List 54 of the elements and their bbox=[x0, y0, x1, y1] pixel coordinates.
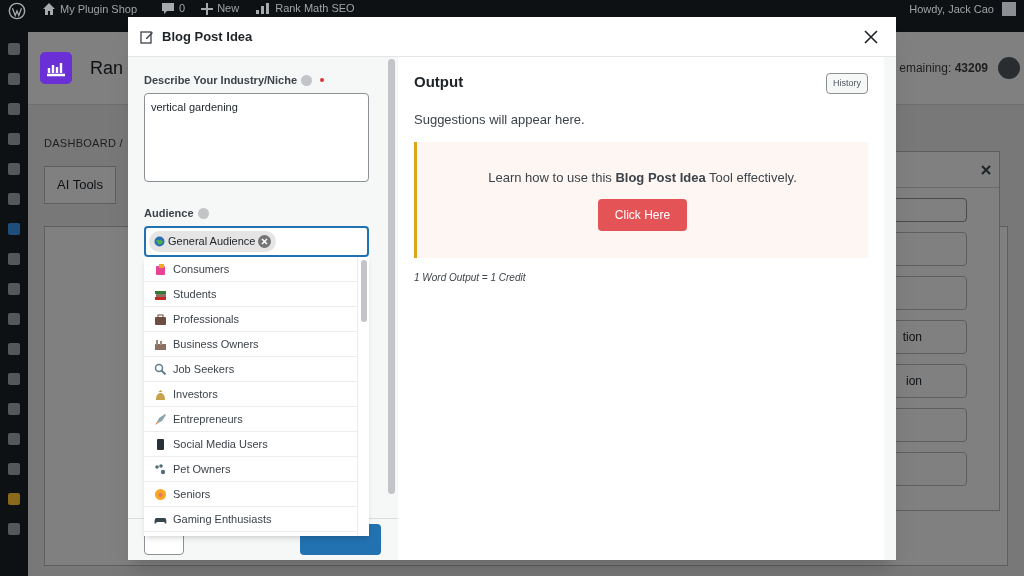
audience-chip[interactable]: General Audience bbox=[149, 231, 277, 252]
bar-chart-icon bbox=[255, 2, 272, 15]
account-link[interactable]: Howdy, Jack Cao bbox=[909, 2, 1016, 16]
new-link[interactable]: New bbox=[201, 2, 240, 15]
niche-field[interactable]: vertical gardening bbox=[144, 93, 369, 182]
help-icon[interactable] bbox=[301, 74, 313, 86]
audience-option[interactable]: Gaming Enthusiasts bbox=[144, 507, 357, 532]
edit-icon bbox=[140, 29, 154, 44]
breadcrumb: DASHBOARD / bbox=[44, 136, 124, 151]
audience-option[interactable]: Seniors bbox=[144, 482, 357, 507]
audience-field[interactable]: General Audience bbox=[144, 226, 369, 257]
help-icon[interactable] bbox=[197, 207, 209, 219]
scrollbar[interactable] bbox=[388, 59, 395, 494]
credit-note: 1 Word Output = 1 Credit bbox=[414, 270, 527, 285]
comments-link[interactable]: 0 bbox=[161, 2, 186, 15]
globe-icon bbox=[154, 236, 165, 247]
avatar-icon bbox=[1002, 2, 1016, 16]
plus-icon bbox=[201, 2, 214, 15]
magnifier-icon bbox=[154, 362, 167, 376]
notice-text: Learn how to use this Blog Post Idea Tool effectively. bbox=[488, 168, 797, 187]
plugin-logo-icon bbox=[40, 52, 72, 84]
field-label: Audience bbox=[144, 205, 194, 221]
tab[interactable]: AI Tools bbox=[44, 165, 116, 204]
credits-remaining: emaining: 43209 bbox=[899, 60, 988, 77]
comment-icon bbox=[161, 2, 176, 15]
modal-title: Blog Post Idea bbox=[162, 27, 253, 46]
audience-option[interactable]: Investors bbox=[144, 382, 357, 407]
audience-option[interactable]: Pet Owners bbox=[144, 457, 357, 482]
audience-option[interactable]: Business Owners bbox=[144, 332, 357, 357]
page-title: Ran bbox=[90, 56, 124, 80]
site-link[interactable]: My Plugin Shop bbox=[42, 2, 138, 16]
audience-option[interactable]: Students bbox=[144, 282, 357, 307]
scrollbar[interactable] bbox=[360, 260, 367, 322]
history-button[interactable]: History bbox=[826, 73, 868, 94]
plugin-menu-link[interactable]: Rank Math SEO bbox=[255, 2, 355, 15]
rocket-icon bbox=[154, 412, 167, 426]
audience-option[interactable]: Social Media Users bbox=[144, 432, 357, 457]
wordpress-logo-icon[interactable] bbox=[8, 2, 26, 20]
empty-message: Suggestions will appear here. bbox=[414, 111, 586, 129]
output-heading: Output bbox=[414, 72, 464, 92]
audience-option[interactable]: Consumers bbox=[144, 257, 357, 282]
audience-option[interactable]: Job Seekers bbox=[144, 357, 357, 382]
audience-option[interactable]: Entrepreneurs bbox=[144, 407, 357, 432]
phone-icon bbox=[154, 437, 167, 451]
close-icon[interactable] bbox=[864, 29, 878, 44]
factory-icon bbox=[154, 337, 167, 351]
remove-icon[interactable] bbox=[258, 235, 272, 248]
click-here-button[interactable]: Click Here bbox=[597, 199, 688, 232]
help-icon[interactable] bbox=[998, 57, 1020, 79]
audience-option[interactable]: Professionals bbox=[144, 307, 357, 332]
briefcase-icon bbox=[154, 312, 167, 326]
shopping-bag-icon bbox=[154, 262, 167, 276]
field-label: Describe Your Industry/Niche bbox=[144, 72, 298, 88]
home-icon bbox=[42, 2, 56, 16]
